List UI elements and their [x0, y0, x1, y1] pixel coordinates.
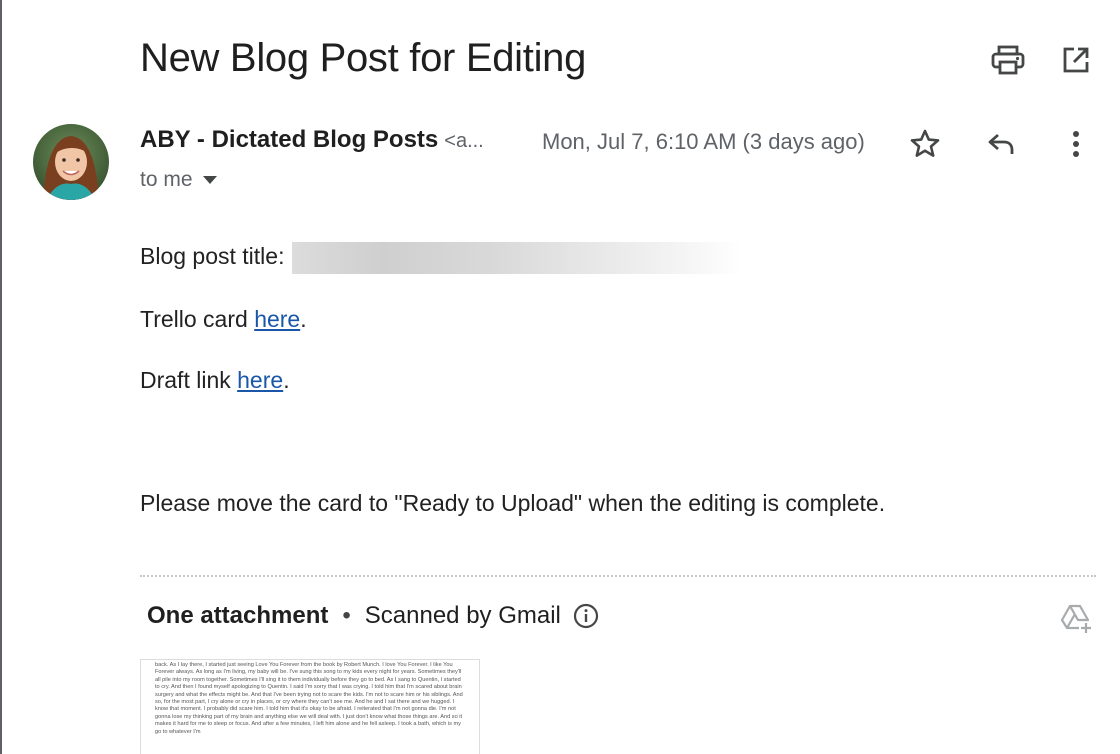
add-to-drive-icon	[1060, 604, 1091, 633]
draft-line: Draft link here.	[140, 367, 290, 394]
sender-name[interactable]: ABY - Dictated Blog Posts	[140, 126, 438, 153]
trello-card-link[interactable]: here	[254, 306, 300, 332]
draft-link[interactable]: here	[237, 367, 283, 393]
separator-bullet: •	[342, 602, 351, 629]
sender-avatar[interactable]	[33, 124, 109, 200]
instruction-text: Please move the card to "Ready to Upload…	[140, 490, 886, 516]
attachment-preview-text: back. As I lay there, I started just see…	[155, 662, 463, 735]
more-vertical-icon	[1073, 131, 1079, 157]
recipient-label: to me	[140, 168, 193, 191]
scanned-by-gmail-label: Scanned by Gmail	[364, 602, 561, 629]
print-icon	[991, 45, 1025, 75]
email-view: New Blog Post for Editing ABY - Dictated…	[0, 0, 1120, 754]
draft-label: Draft link	[140, 367, 231, 393]
caret-down-icon	[202, 176, 217, 184]
email-subject: New Blog Post for Editing	[140, 36, 587, 80]
avatar-image	[33, 124, 109, 200]
blog-title-line: Blog post title:	[140, 242, 743, 274]
trello-label: Trello card	[140, 306, 248, 332]
recipient-details-toggle[interactable]: to me	[140, 168, 217, 192]
open-in-new-window-button[interactable]	[1056, 40, 1096, 80]
reply-button[interactable]	[981, 124, 1021, 164]
email-date: Mon, Jul 7, 6:10 AM (3 days ago)	[542, 129, 865, 154]
attachment-thumbnail[interactable]: back. As I lay there, I started just see…	[140, 659, 480, 754]
add-to-drive-button[interactable]	[1056, 598, 1096, 638]
trello-line: Trello card here.	[140, 306, 307, 333]
star-icon	[910, 129, 940, 157]
info-icon	[573, 603, 598, 629]
draft-period: .	[283, 367, 290, 393]
info-button[interactable]	[573, 603, 599, 629]
reply-icon	[988, 133, 1014, 154]
open-in-new-window-icon	[1063, 47, 1089, 73]
star-button[interactable]	[905, 124, 945, 164]
trello-period: .	[300, 306, 307, 332]
more-options-button[interactable]	[1056, 124, 1096, 164]
sender-line: ABY - Dictated Blog Posts <a...	[140, 126, 484, 154]
print-button[interactable]	[988, 40, 1028, 80]
blog-title-label: Blog post title:	[140, 243, 285, 270]
attachments-divider	[140, 575, 1096, 577]
attachments-title: One attachment	[147, 602, 329, 629]
redacted-blog-title	[292, 242, 743, 274]
attachments-header: One attachment • Scanned by Gmail	[147, 602, 599, 630]
sender-email: <a...	[444, 130, 484, 152]
